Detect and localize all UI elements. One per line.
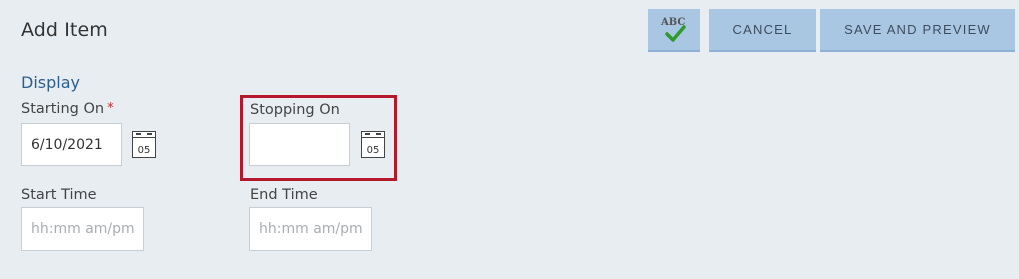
start-time-input[interactable]: [21, 207, 144, 251]
stopping-on-input[interactable]: [249, 123, 350, 166]
spellcheck-icon: ABC: [660, 17, 688, 43]
add-item-page: Add Item ABC CANCEL SAVE AND PREVIEW Dis…: [0, 0, 1019, 279]
section-heading-display: Display: [21, 73, 80, 92]
checkmark-icon: [665, 24, 686, 42]
starting-on-calendar-icon[interactable]: 05: [132, 131, 156, 158]
starting-on-label: Starting On *: [21, 101, 114, 117]
stopping-on-calendar-icon[interactable]: 05: [361, 131, 385, 158]
save-and-preview-button[interactable]: SAVE AND PREVIEW: [820, 9, 1015, 52]
end-time-input[interactable]: [249, 207, 372, 251]
end-time-label: End Time: [250, 187, 318, 203]
calendar-day-number: 05: [366, 145, 380, 156]
starting-on-input[interactable]: [21, 123, 122, 166]
page-title: Add Item: [21, 19, 108, 41]
required-marker: *: [107, 101, 114, 116]
spellcheck-button[interactable]: ABC: [648, 9, 700, 52]
calendar-day-number: 05: [137, 145, 151, 156]
start-time-label: Start Time: [21, 187, 97, 203]
cancel-button[interactable]: CANCEL: [709, 9, 816, 52]
starting-on-label-text: Starting On: [21, 101, 105, 117]
stopping-on-label: Stopping On: [250, 102, 340, 118]
